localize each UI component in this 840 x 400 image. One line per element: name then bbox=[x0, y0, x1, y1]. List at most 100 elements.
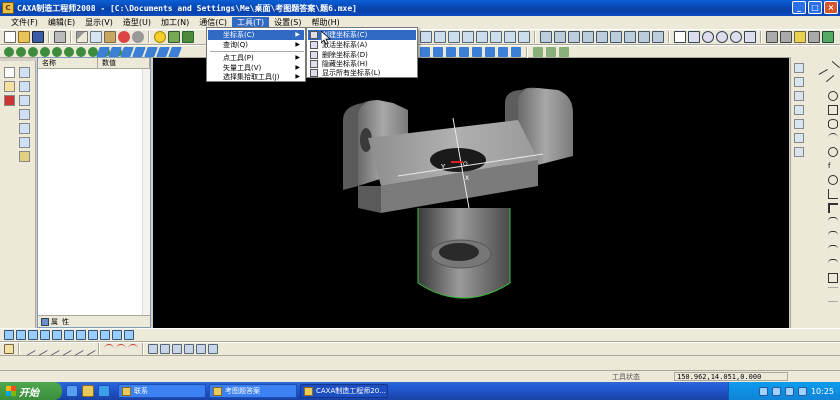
zoom-window-icon[interactable] bbox=[688, 31, 700, 43]
bottom-tool-icon[interactable] bbox=[4, 330, 14, 340]
curve-tool-icon[interactable] bbox=[82, 342, 96, 356]
table-icon[interactable] bbox=[828, 273, 838, 283]
zoom-in-icon[interactable] bbox=[702, 31, 714, 43]
feature-revcut-icon[interactable] bbox=[40, 46, 50, 57]
tray-icon[interactable] bbox=[797, 386, 807, 396]
bottom-tool-icon[interactable] bbox=[76, 330, 86, 340]
render-icon[interactable] bbox=[540, 31, 552, 43]
surface-overlap-icon[interactable] bbox=[485, 47, 495, 57]
menu-item-show-all-coordinate-systems[interactable]: 显示所有坐标系(L) bbox=[308, 68, 416, 78]
formula-curve-icon[interactable]: f bbox=[828, 161, 838, 171]
right-tool-icon[interactable] bbox=[794, 119, 804, 129]
circle-icon[interactable] bbox=[828, 91, 838, 101]
undo-icon[interactable] bbox=[118, 31, 130, 43]
display-previous-icon[interactable] bbox=[624, 31, 636, 43]
feature-sweep-icon[interactable] bbox=[52, 46, 62, 57]
curve-tool-icon[interactable] bbox=[46, 342, 60, 356]
3d-viewport[interactable]: Y O X bbox=[153, 58, 789, 328]
taskbar-item-caxa[interactable]: CAXA制造工程师20... bbox=[300, 384, 388, 398]
paste-icon[interactable] bbox=[104, 31, 116, 43]
bottom-tool-icon[interactable] bbox=[64, 330, 74, 340]
ellipse-icon[interactable] bbox=[828, 119, 838, 129]
edit-tool-icon[interactable] bbox=[208, 344, 218, 354]
hatch-icon[interactable] bbox=[808, 31, 820, 43]
hidden-line-icon[interactable] bbox=[568, 31, 580, 43]
display-box-icon[interactable] bbox=[674, 31, 686, 43]
trajectory-icon[interactable] bbox=[794, 31, 806, 43]
maximize-button[interactable]: □ bbox=[808, 1, 822, 14]
model-view[interactable]: Y O X bbox=[153, 58, 789, 328]
bottom-tool-icon[interactable] bbox=[16, 330, 26, 340]
edit-tool-icon[interactable] bbox=[196, 344, 206, 354]
clock[interactable]: 10:25 bbox=[811, 387, 834, 396]
right-tool-icon[interactable] bbox=[794, 77, 804, 87]
panel-scrollbar[interactable] bbox=[142, 69, 150, 315]
bottom-tool-icon[interactable] bbox=[28, 330, 38, 340]
edit-tool-icon[interactable] bbox=[184, 344, 194, 354]
start-button[interactable]: 开始 bbox=[0, 382, 62, 400]
ie-icon[interactable] bbox=[66, 385, 78, 397]
dimension-icon[interactable] bbox=[19, 81, 30, 92]
close-button[interactable]: × bbox=[824, 1, 838, 14]
bottom-tool-icon[interactable] bbox=[88, 330, 98, 340]
wave-icon[interactable] bbox=[104, 344, 114, 354]
select-cursor-icon[interactable] bbox=[4, 67, 15, 78]
view-bottom-icon[interactable] bbox=[490, 31, 502, 43]
wave-icon[interactable] bbox=[128, 344, 138, 354]
solid-icon[interactable] bbox=[780, 31, 792, 43]
rectangle-icon[interactable] bbox=[828, 105, 838, 115]
copy-icon[interactable] bbox=[90, 31, 102, 43]
trim-icon[interactable] bbox=[19, 95, 30, 106]
bottom-tool-icon[interactable] bbox=[124, 330, 134, 340]
menu-file[interactable]: 文件(F) bbox=[6, 17, 43, 29]
menu-edit[interactable]: 编辑(E) bbox=[43, 17, 80, 29]
menu-view[interactable]: 显示(V) bbox=[80, 17, 118, 29]
layer-icon[interactable] bbox=[168, 31, 180, 43]
app-icon[interactable]: C bbox=[2, 2, 14, 14]
delete-icon[interactable] bbox=[4, 95, 15, 106]
right-tool-icon[interactable] bbox=[794, 147, 804, 157]
point-icon[interactable] bbox=[828, 147, 838, 157]
fillet-curve-icon[interactable] bbox=[19, 151, 30, 162]
new-file-icon[interactable] bbox=[4, 31, 16, 43]
tray-icon[interactable] bbox=[758, 386, 768, 396]
tab-attribute[interactable]: 属 bbox=[41, 317, 58, 327]
mirror-icon[interactable] bbox=[559, 47, 569, 57]
right-tool-icon[interactable] bbox=[794, 91, 804, 101]
edit-tool-icon[interactable] bbox=[148, 344, 158, 354]
bottom-tool-icon[interactable] bbox=[40, 330, 50, 340]
title-bar[interactable]: C CAXA制造工程师2008 - [C:\Documents and Sett… bbox=[0, 0, 840, 16]
lower-cylinder[interactable] bbox=[417, 208, 511, 299]
menu-item-selection-tools[interactable]: 选择集拾取工具(J) ▶ bbox=[208, 72, 304, 82]
tray-icon[interactable] bbox=[771, 386, 781, 396]
feature-fillet-icon[interactable] bbox=[76, 46, 86, 57]
display-all-icon[interactable] bbox=[596, 31, 608, 43]
view-left-icon[interactable] bbox=[448, 31, 460, 43]
display-window-icon[interactable] bbox=[610, 31, 622, 43]
offset-icon[interactable] bbox=[19, 137, 30, 148]
cut-icon[interactable] bbox=[76, 31, 88, 43]
surface-fillet-icon[interactable] bbox=[433, 47, 443, 57]
menu-item-coordinate-system[interactable]: 坐标系(C) ▶ bbox=[208, 30, 304, 40]
pen-icon[interactable] bbox=[4, 344, 14, 354]
feature-revolve-icon[interactable] bbox=[28, 46, 38, 57]
surface-extend-icon[interactable] bbox=[446, 47, 456, 57]
rotate-icon[interactable] bbox=[730, 31, 742, 43]
print-icon[interactable] bbox=[54, 31, 66, 43]
sketch-icon[interactable] bbox=[19, 67, 30, 78]
curve-tool-icon[interactable] bbox=[70, 342, 84, 356]
right-tool-icon[interactable] bbox=[794, 133, 804, 143]
tray-icon[interactable] bbox=[784, 386, 794, 396]
pan-icon[interactable] bbox=[744, 31, 756, 43]
bottom-tool-icon[interactable] bbox=[100, 330, 110, 340]
bottom-tool-icon[interactable] bbox=[52, 330, 62, 340]
menu-modeling[interactable]: 造型(U) bbox=[118, 17, 156, 29]
surface-split-icon[interactable] bbox=[511, 47, 521, 57]
curve-tool-icon[interactable] bbox=[34, 342, 48, 356]
surface-trim-icon[interactable] bbox=[420, 47, 430, 57]
right-tool-icon[interactable] bbox=[794, 63, 804, 73]
offset-curve-icon[interactable] bbox=[828, 217, 838, 227]
edit-tool-icon[interactable] bbox=[172, 344, 182, 354]
surface-boundary-icon[interactable] bbox=[168, 47, 182, 57]
edit-tool-icon[interactable] bbox=[160, 344, 170, 354]
